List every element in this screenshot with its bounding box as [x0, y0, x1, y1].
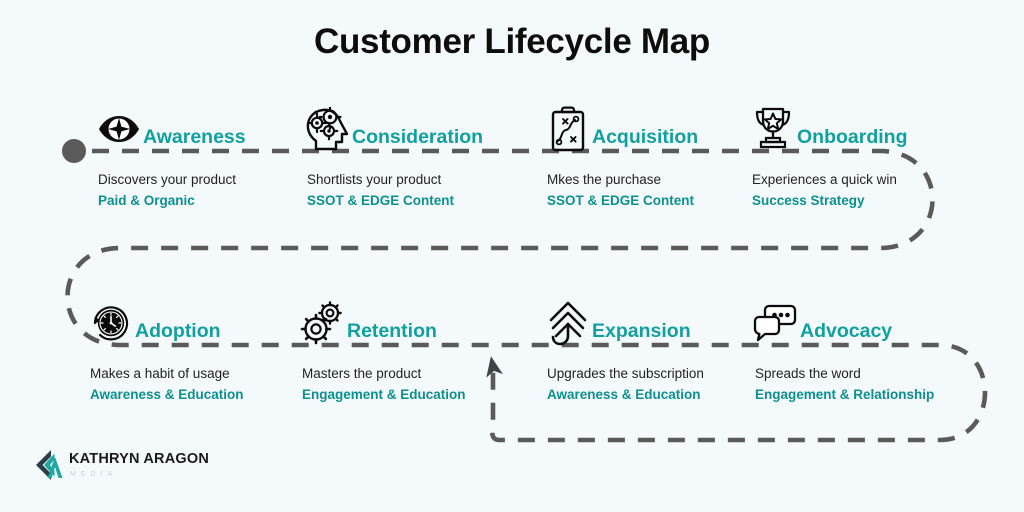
stage-title: Adoption	[135, 319, 221, 342]
stage-tag: Awareness & Education	[90, 387, 244, 403]
clipboard-strategy-icon	[545, 106, 591, 152]
journey-start-dot	[62, 139, 86, 163]
stage-description: Mkes the purchase	[547, 172, 662, 187]
stage-body: Masters the product Engagement & Educati…	[300, 365, 535, 404]
stage-acquisition[interactable]: Acquisition Mkes the purchase SSOT & EDG…	[545, 104, 780, 210]
stage-expansion[interactable]: Expansion Upgrades the subscription Awar…	[545, 298, 780, 404]
stage-body: Upgrades the subscription Awareness & Ed…	[545, 365, 780, 404]
trophy-icon	[750, 106, 796, 152]
logo-subtitle: MEDIA	[70, 470, 118, 478]
infographic-canvas: Customer Lifecycle Map Awareness Discove…	[0, 0, 1024, 512]
gears-icon	[300, 300, 346, 346]
stage-tag: Engagement & Education	[302, 387, 466, 403]
stage-header: Awareness	[96, 104, 331, 152]
stage-body: Spreads the word Engagement & Relationsh…	[753, 365, 988, 404]
stage-body: Experiences a quick win Success Strategy	[750, 171, 985, 210]
stage-body: Discovers your product Paid & Organic	[96, 171, 331, 210]
stage-adoption[interactable]: Adoption Makes a habit of usage Awarenes…	[88, 298, 323, 404]
stage-description: Upgrades the subscription	[547, 366, 704, 381]
stage-consideration[interactable]: Consideration Shortlists your product SS…	[305, 104, 540, 210]
stage-title: Awareness	[143, 125, 246, 148]
stage-header: Adoption	[88, 298, 323, 346]
up-arrow-icon	[545, 300, 591, 346]
stage-tag: SSOT & EDGE Content	[547, 193, 695, 209]
stage-body: Mkes the purchase SSOT & EDGE Content	[545, 171, 780, 210]
stage-description: Shortlists your product	[307, 172, 442, 187]
logo-text-block: KATHRYN ARAGON MEDIA	[69, 452, 209, 478]
stage-header: Consideration	[305, 104, 540, 152]
stage-header: Onboarding	[750, 104, 985, 152]
stage-tag: Engagement & Relationship	[755, 387, 935, 403]
stage-description: Discovers your product	[98, 172, 237, 187]
stage-tag: Paid & Organic	[98, 193, 195, 209]
stage-awareness[interactable]: Awareness Discovers your product Paid & …	[96, 104, 331, 210]
stage-retention[interactable]: Retention Masters the product Engagement…	[300, 298, 535, 404]
stage-tag: SSOT & EDGE Content	[307, 193, 455, 209]
speech-bubbles-icon	[753, 300, 799, 346]
stage-tag: Success Strategy	[752, 193, 865, 209]
stage-description: Masters the product	[302, 366, 422, 381]
stage-header: Retention	[300, 298, 535, 346]
stage-description: Experiences a quick win	[752, 172, 897, 187]
stage-title: Consideration	[352, 125, 484, 148]
stage-advocacy[interactable]: Advocacy Spreads the word Engagement & R…	[753, 298, 988, 404]
stage-description: Spreads the word	[755, 366, 861, 381]
stage-title: Advocacy	[800, 319, 893, 342]
stage-header: Acquisition	[545, 104, 780, 152]
stage-title: Acquisition	[592, 125, 699, 148]
stage-title: Retention	[347, 319, 437, 342]
stage-header: Expansion	[545, 298, 780, 346]
eye-icon	[96, 106, 142, 152]
logo-name: KATHRYN ARAGON	[69, 451, 210, 468]
page-title: Customer Lifecycle Map	[313, 22, 711, 61]
stage-title: Expansion	[592, 319, 691, 342]
head-gears-icon	[305, 106, 351, 152]
flow-path-diagram	[62, 139, 988, 443]
stage-body: Makes a habit of usage Awareness & Educa…	[88, 365, 323, 404]
chevron-a-logo-icon	[33, 448, 67, 482]
stage-header: Advocacy	[753, 298, 988, 346]
stage-description: Makes a habit of usage	[90, 366, 230, 381]
clock-icon	[88, 300, 134, 346]
stage-body: Shortlists your product SSOT & EDGE Cont…	[305, 171, 540, 210]
stage-title: Onboarding	[797, 125, 908, 148]
stage-onboarding[interactable]: Onboarding Experiences a quick win Succe…	[750, 104, 985, 210]
stage-tag: Awareness & Education	[547, 387, 701, 403]
brand-logo[interactable]: KATHRYN ARAGON MEDIA	[33, 448, 209, 482]
